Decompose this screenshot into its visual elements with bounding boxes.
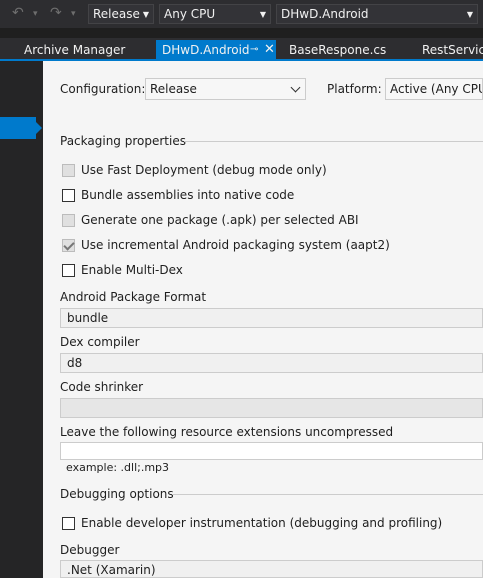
uncompressed-extensions-input[interactable] (60, 442, 483, 460)
tab-archive-manager[interactable]: Archive Manager (24, 40, 125, 60)
tab-restservice[interactable]: RestService.c (422, 40, 483, 60)
package-format-select[interactable]: bundle (60, 308, 483, 328)
configuration-select[interactable]: Release (145, 78, 306, 100)
document-tabs: Archive Manager DHwD.Android ⊸ ✕ BaseRes… (0, 38, 483, 60)
multi-dex-label: Enable Multi-Dex (81, 263, 183, 277)
chevron-down-icon: ▼ (259, 10, 266, 19)
toolbar: ↶ ▾ ↷ ▾ Release ▼ Any CPU ▼ DHwD.Android… (0, 0, 483, 28)
checkmark-icon (63, 239, 75, 251)
package-format-label: Android Package Format (60, 290, 207, 304)
configuration-select-value: Release (150, 82, 197, 96)
section-divider (172, 494, 483, 495)
undo-icon[interactable]: ↶ (12, 5, 24, 21)
configuration-dropdown[interactable]: Release ▼ (88, 4, 154, 24)
code-shrinker-select[interactable] (60, 398, 483, 418)
packaging-section-title: Packaging properties (60, 134, 186, 148)
tab-baserespone[interactable]: BaseRespone.cs (289, 40, 386, 60)
debugger-select[interactable]: .Net (Xamarin) (60, 560, 483, 578)
tab-label: BaseRespone.cs (289, 43, 387, 57)
fast-deployment-checkbox[interactable] (62, 164, 75, 177)
platform-select-value: Active (Any CPU) (390, 82, 483, 96)
debugging-section-title: Debugging options (60, 487, 174, 501)
chevron-down-icon (290, 82, 301, 93)
debugger-label: Debugger (60, 543, 120, 557)
bundle-assemblies-label: Bundle assemblies into native code (81, 188, 295, 202)
uncompressed-extensions-example: example: .dll;.mp3 (66, 461, 170, 474)
tab-label: RestService.c (422, 43, 483, 57)
configuration-dropdown-value: Release (93, 7, 140, 21)
dex-compiler-label: Dex compiler (60, 335, 140, 349)
startup-project-value: DHwD.Android (281, 7, 369, 21)
platform-dropdown[interactable]: Any CPU ▼ (159, 4, 271, 24)
tab-label: DHwD.Android (162, 43, 250, 57)
tab-label: Archive Manager (24, 43, 126, 57)
configuration-label: Configuration: (60, 82, 146, 96)
aapt2-label: Use incremental Android packaging system… (81, 238, 390, 252)
chevron-down-icon: ▼ (142, 10, 149, 19)
selected-nav-item[interactable] (0, 117, 42, 139)
developer-instrumentation-label: Enable developer instrumentation (debugg… (81, 516, 443, 530)
package-per-abi-checkbox[interactable] (62, 214, 75, 227)
multi-dex-checkbox[interactable] (62, 264, 75, 277)
debugger-value: .Net (Xamarin) (67, 563, 156, 577)
undo-dropdown-icon[interactable]: ▾ (33, 9, 38, 19)
package-format-value: bundle (67, 311, 109, 325)
pin-icon[interactable]: ⊸ (250, 40, 258, 60)
startup-project-dropdown[interactable]: DHwD.Android ▼ (276, 4, 478, 24)
close-icon[interactable]: ✕ (264, 40, 275, 60)
platform-dropdown-value: Any CPU (164, 7, 216, 21)
dex-compiler-select[interactable]: d8 (60, 353, 483, 373)
aapt2-checkbox[interactable] (62, 239, 75, 252)
code-shrinker-label: Code shrinker (60, 380, 144, 394)
platform-select[interactable]: Active (Any CPU) (385, 78, 483, 100)
chevron-down-icon: ▼ (466, 10, 473, 19)
platform-label: Platform: (327, 82, 382, 96)
redo-icon[interactable]: ↷ (50, 5, 62, 21)
developer-instrumentation-checkbox[interactable] (62, 517, 75, 530)
fast-deployment-label: Use Fast Deployment (debug mode only) (81, 163, 327, 177)
section-divider (184, 141, 483, 142)
dex-compiler-value: d8 (67, 356, 83, 370)
package-per-abi-label: Generate one package (.apk) per selected… (81, 213, 359, 227)
tab-dhwd-android[interactable]: DHwD.Android ⊸ ✕ (156, 40, 276, 60)
uncompressed-extensions-label: Leave the following resource extensions … (60, 425, 394, 439)
redo-dropdown-icon[interactable]: ▾ (71, 9, 76, 19)
bundle-assemblies-checkbox[interactable] (62, 189, 75, 202)
